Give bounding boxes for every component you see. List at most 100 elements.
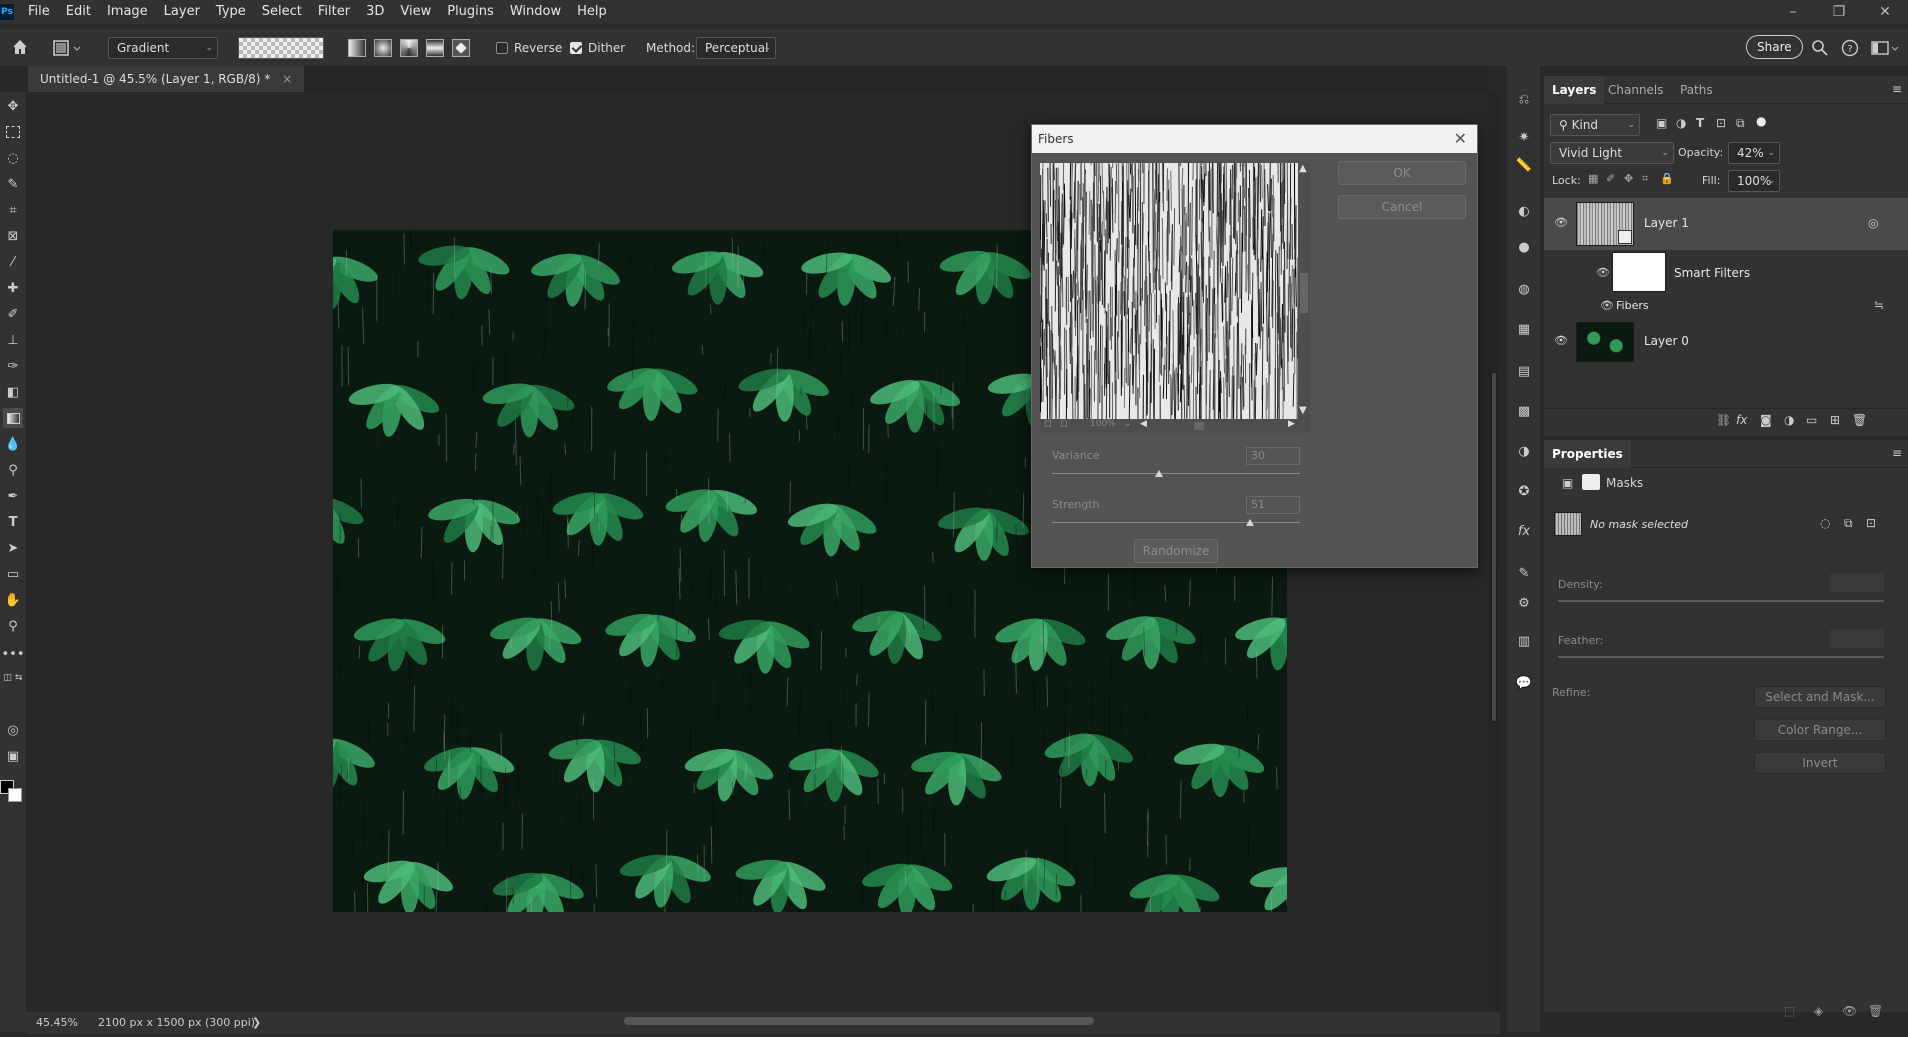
close-window-button[interactable]: ✕ — [1862, 0, 1908, 24]
filter-kind-dropdown[interactable]: ⚲ Kind ⌄ — [1550, 114, 1640, 136]
libraries-icon[interactable]: ▥ — [1515, 632, 1533, 650]
restore-button[interactable]: ❐ — [1816, 0, 1862, 24]
dither-checkbox[interactable]: Dither — [570, 41, 625, 55]
layer-row-fibers-filter[interactable]: 👁 Fibers ≒ — [1544, 296, 1908, 316]
smart-filter-mask-thumbnail[interactable] — [1612, 252, 1666, 292]
properties-icon[interactable]: ⚙ — [1515, 594, 1533, 612]
enable-mask-icon[interactable]: ⊡ — [1866, 516, 1876, 530]
3d-panel-icon[interactable]: ◍ — [1515, 280, 1533, 298]
new-adjustment-layer-icon[interactable]: ◑ — [1784, 413, 1794, 427]
brushes-icon[interactable]: ✎ — [1515, 564, 1533, 582]
panel-menu-icon[interactable]: ≡ — [1892, 82, 1902, 96]
filter-adjustment-icon[interactable]: ◑ — [1676, 116, 1686, 130]
strength-input[interactable]: 51 — [1246, 496, 1300, 514]
lock-image-icon[interactable]: ✐ — [1606, 172, 1615, 185]
history-panel-icon[interactable]: ⎌ — [1515, 90, 1533, 108]
apply-mask-footer-icon[interactable]: ◈ — [1814, 1004, 1823, 1018]
pixel-mask-icon[interactable]: ▣ — [1562, 476, 1573, 490]
horizontal-scrollbar-thumb[interactable] — [624, 1017, 1094, 1025]
gradients-panel-icon[interactable]: ▤ — [1515, 362, 1533, 380]
default-colors-icon[interactable]: ◫ ⇆ — [3, 668, 23, 688]
document-tab-close[interactable]: × — [282, 72, 292, 86]
add-mask-icon[interactable]: ◙ — [1760, 413, 1772, 427]
menu-filter[interactable]: Filter — [310, 0, 358, 24]
document-tab[interactable]: Untitled-1 @ 45.5% (Layer 1, RGB/8) * × — [28, 66, 305, 92]
quick-selection-tool-icon[interactable]: ✎ — [3, 174, 23, 194]
visibility-eye-icon[interactable]: 👁 — [1554, 216, 1568, 229]
new-layer-icon[interactable]: ⊞ — [1830, 413, 1840, 427]
filter-toggle-icon[interactable]: ● — [1756, 114, 1766, 128]
menu-view[interactable]: View — [392, 0, 439, 24]
background-color-swatch[interactable] — [8, 788, 22, 802]
help-icon[interactable]: ? — [1840, 38, 1860, 58]
fibers-preview[interactable] — [1040, 163, 1298, 419]
fx-icon[interactable]: fx — [1515, 522, 1533, 540]
variance-input[interactable]: 30 — [1246, 447, 1300, 465]
method-dropdown[interactable]: Perceptual ⌄ — [696, 37, 776, 59]
share-button[interactable]: Share — [1746, 35, 1803, 59]
color-panel-icon[interactable]: ◐ — [1515, 202, 1533, 220]
color-range-button[interactable]: Color Range... — [1754, 719, 1886, 741]
reverse-checkbox[interactable]: Reverse — [496, 41, 562, 55]
radial-gradient-icon[interactable] — [374, 39, 392, 57]
opacity-input[interactable]: 42% ⌄ — [1728, 142, 1780, 164]
blur-tool-icon[interactable]: 💧 — [3, 434, 23, 454]
gradient-preview[interactable] — [238, 37, 324, 59]
filter-pixel-icon[interactable]: ▣ — [1656, 116, 1667, 130]
invert-button[interactable]: Invert — [1754, 752, 1886, 774]
menu-plugins[interactable]: Plugins — [439, 0, 502, 24]
tab-paths[interactable]: Paths — [1672, 76, 1721, 104]
layer-row-smart-filters[interactable]: 👁 Smart Filters — [1544, 250, 1908, 296]
feather-input[interactable] — [1830, 630, 1884, 648]
tool-preset-icon[interactable] — [52, 38, 82, 58]
feather-slider[interactable] — [1558, 656, 1884, 658]
workspace-icon[interactable] — [1870, 38, 1900, 58]
minimize-button[interactable]: – — [1770, 0, 1816, 24]
zoom-tool-icon[interactable]: ⚲ — [3, 616, 23, 636]
layer-row-layer-0[interactable]: 👁 Layer 0 — [1544, 316, 1908, 366]
density-input[interactable] — [1830, 574, 1884, 592]
marquee-tool-icon[interactable] — [3, 122, 23, 142]
filter-smart-object-icon[interactable]: ⧉ — [1736, 116, 1745, 131]
layer-row-layer-1[interactable]: 👁 Layer 1 ◎ — [1544, 198, 1908, 250]
selection-from-mask-icon[interactable]: ⬚ — [1784, 1004, 1795, 1018]
zoom-out-icon[interactable]: ◻ — [1044, 419, 1051, 429]
gradient-type-dropdown[interactable]: Gradient ⌄ — [108, 37, 218, 59]
adjustments-icon[interactable]: ◑ — [1515, 442, 1533, 460]
pen-tool-icon[interactable]: ✒ — [3, 486, 23, 506]
stamp-tool-icon[interactable]: ⊥ — [3, 330, 23, 350]
fibers-cancel-button[interactable]: Cancel — [1338, 195, 1466, 219]
grid-panel-icon[interactable]: ▦ — [1515, 320, 1533, 338]
menu-help[interactable]: Help — [569, 0, 615, 24]
hand-tool-icon[interactable]: ✋ — [3, 590, 23, 610]
screen-mode-icon[interactable]: ▣ — [3, 746, 23, 766]
scroll-right-icon[interactable]: ▶ — [1288, 419, 1295, 429]
smart-filters-eye-icon[interactable]: 👁 — [1596, 266, 1610, 279]
brush-settings-icon[interactable]: ✷ — [1515, 128, 1533, 146]
variance-slider-track[interactable] — [1052, 473, 1300, 474]
eyedropper-tool-icon[interactable]: ⁄ — [3, 252, 23, 272]
healing-brush-tool-icon[interactable]: ✚ — [3, 278, 23, 298]
search-icon[interactable] — [1810, 38, 1830, 58]
swatches-icon[interactable]: ● — [1515, 238, 1533, 256]
apply-mask-icon[interactable]: ⧉ — [1844, 516, 1853, 531]
tab-properties[interactable]: Properties — [1544, 440, 1631, 468]
preview-vertical-scrollbar[interactable]: ▲ ▼ — [1298, 163, 1310, 419]
zoom-dropdown-icon[interactable]: ⌄ — [1124, 419, 1132, 429]
status-menu-arrow[interactable]: ❯ — [252, 1016, 261, 1029]
menu-image[interactable]: Image — [99, 0, 156, 24]
new-group-icon[interactable]: ▭ — [1806, 413, 1817, 427]
diamond-gradient-icon[interactable] — [452, 39, 470, 57]
toggle-mask-icon[interactable]: 👁 — [1842, 1004, 1857, 1018]
density-slider[interactable] — [1558, 600, 1884, 602]
select-and-mask-button[interactable]: Select and Mask... — [1754, 686, 1886, 708]
reflected-gradient-icon[interactable] — [426, 39, 444, 57]
styles-icon[interactable]: ✪ — [1515, 482, 1533, 500]
menu-type[interactable]: Type — [208, 0, 254, 24]
zoom-in-icon[interactable]: ◻ — [1060, 419, 1067, 429]
reverse-box[interactable] — [496, 42, 508, 54]
lock-artboard-icon[interactable]: ⌗ — [1642, 172, 1648, 186]
vertical-scrollbar[interactable] — [1488, 92, 1500, 1012]
crop-tool-icon[interactable]: ⌗ — [3, 200, 23, 220]
menu-select[interactable]: Select — [254, 0, 310, 24]
